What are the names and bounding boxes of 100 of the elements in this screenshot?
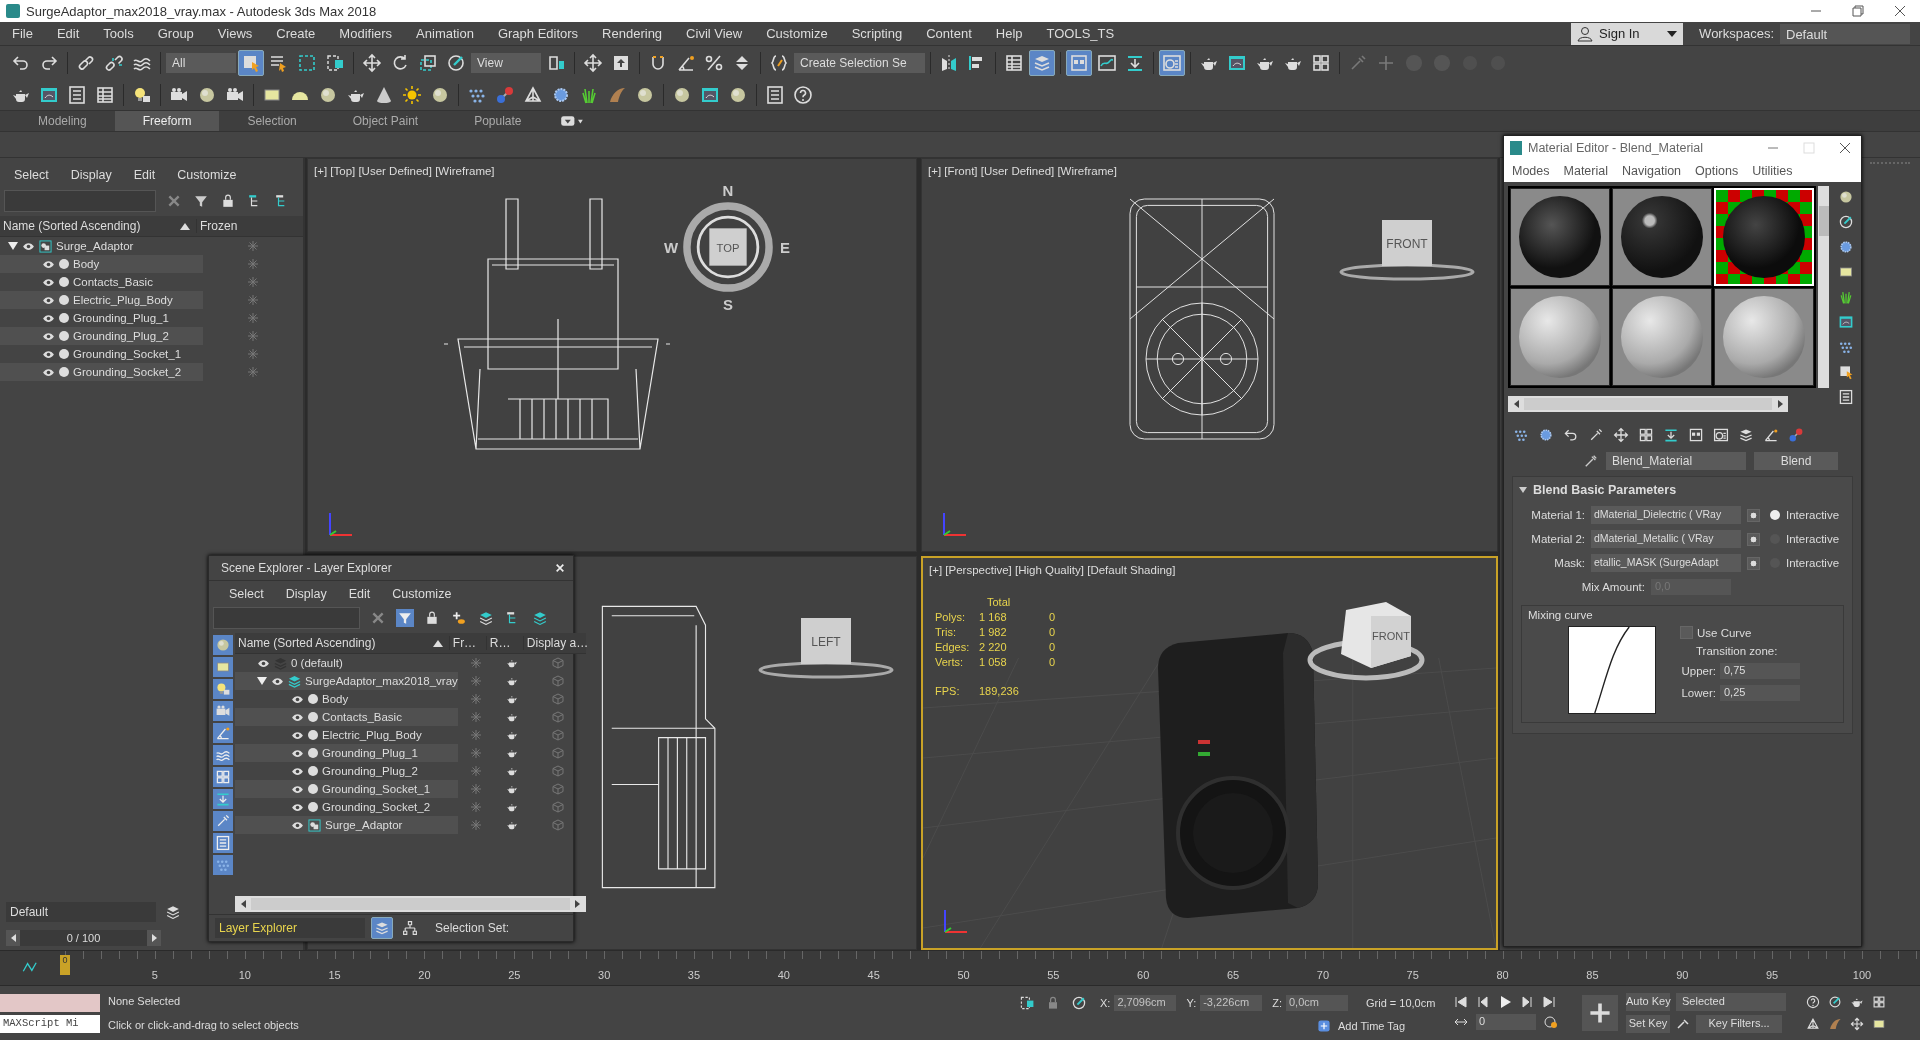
column-header[interactable]: Name (Sorted Ascending) [0, 219, 180, 233]
eye-icon[interactable] [257, 658, 270, 668]
menu-item[interactable]: TOOLS_TS [1034, 26, 1127, 41]
menu-item[interactable]: Rendering [590, 26, 675, 41]
menu-item[interactable]: Animation [404, 26, 486, 41]
layers-icon[interactable] [164, 903, 182, 921]
ribbon-tab[interactable]: Modeling [10, 111, 115, 131]
menu-item[interactable]: Tools [91, 26, 146, 41]
menu-item[interactable]: Edit [44, 26, 92, 41]
restore-icon[interactable] [1852, 5, 1864, 17]
menu-item[interactable]: Options [1695, 164, 1739, 178]
menu-item[interactable]: Create [264, 26, 328, 41]
lower-spinner[interactable]: 0,25 [1720, 685, 1800, 701]
key-mode-dropdown[interactable]: Selected [1676, 993, 1786, 1011]
viewport[interactable]: [+] [Top] [User Defined] [Wireframe] N W TOP E S [307, 158, 917, 552]
explorer-menu-item[interactable]: Display [70, 168, 112, 182]
object-name[interactable]: Grounding_Socket_2 [322, 801, 431, 813]
coordinate-field[interactable]: -3,226cm [1200, 995, 1263, 1011]
horizontal-scrollbar[interactable] [1508, 396, 1788, 412]
dot-grid-icon[interactable] [213, 855, 233, 875]
teapot-icon[interactable] [505, 783, 518, 795]
help-icon[interactable] [1804, 993, 1822, 1011]
search-field[interactable] [213, 607, 360, 629]
explorer-mode-dropdown[interactable]: Layer Explorer [215, 918, 365, 938]
viewcube-drawing[interactable]: LEFT [756, 612, 896, 682]
menu-item[interactable]: Group [145, 26, 206, 41]
ribbon-toggle-icon[interactable] [559, 115, 584, 127]
tag-icon[interactable] [1316, 1018, 1332, 1034]
toolbar-dropdown[interactable]: Create Selection Se [794, 53, 925, 73]
eye-icon[interactable] [42, 313, 55, 323]
viewcube-drawing[interactable]: FRONT [1337, 214, 1477, 284]
wave-icon[interactable] [213, 745, 233, 765]
viewport-label[interactable]: [+] [Front] [User Defined] [Wireframe] [928, 165, 1117, 177]
set-key-icon[interactable] [1582, 995, 1618, 1031]
object-name[interactable]: Contacts_Basic [73, 276, 153, 288]
auto-key-button[interactable]: Auto Key [1626, 993, 1670, 1011]
material-slot-button[interactable]: dMaterial_Dielectric ( VRay [1591, 506, 1741, 524]
eye-icon[interactable] [291, 766, 304, 776]
checkbox[interactable] [1747, 508, 1760, 522]
go-to-start-icon[interactable] [1454, 996, 1468, 1008]
explorer-menu-item[interactable]: Customize [177, 168, 237, 182]
ribbon-tab[interactable]: Selection [219, 111, 325, 131]
ribbon-icon[interactable] [1065, 50, 1092, 76]
coordinate-field[interactable]: 0,0cm [1286, 995, 1348, 1011]
material-slot[interactable] [1612, 288, 1712, 386]
eyedropper-icon[interactable] [1584, 454, 1598, 468]
radio-button[interactable] [1770, 510, 1780, 520]
material-slot[interactable] [1510, 288, 1610, 386]
menu-item[interactable]: Modes [1512, 164, 1550, 178]
eye-icon[interactable] [42, 367, 55, 377]
eye-icon[interactable] [42, 277, 55, 287]
menu-item[interactable]: Navigation [1622, 164, 1682, 178]
frame-spinner[interactable]: 0 [1476, 1014, 1536, 1030]
ribbon-tab[interactable]: Populate [446, 111, 550, 131]
eye-icon[interactable] [42, 331, 55, 341]
viewport-label[interactable]: [+] [Top] [User Defined] [Wireframe] [314, 165, 495, 177]
ribbon-tab[interactable]: Freeform [114, 111, 220, 131]
explorer-menu-item[interactable]: Edit [348, 587, 371, 601]
eye-icon[interactable] [42, 259, 55, 269]
menu-item[interactable]: Views [205, 26, 265, 41]
teapot-icon[interactable] [505, 729, 518, 741]
teapot-icon[interactable] [505, 801, 518, 813]
object-name[interactable]: Electric_Plug_Body [322, 729, 422, 741]
add-layer-icon[interactable] [450, 609, 468, 627]
menu-item[interactable]: Scripting [839, 26, 915, 41]
key-mode-icon[interactable] [1454, 1016, 1468, 1028]
brush-icon[interactable] [213, 811, 233, 831]
column-header[interactable]: Display a… [522, 636, 586, 650]
layers-icon[interactable] [1028, 50, 1055, 76]
layer-dropdown[interactable]: Default [6, 902, 156, 922]
menu-item[interactable]: Civil View [674, 26, 755, 41]
toolbar-dropdown[interactable]: All [166, 53, 236, 73]
material-slot-button[interactable]: etallic_MASK (SurgeAdapt [1591, 554, 1741, 572]
add-time-tag-button[interactable]: Add Time Tag [1338, 1020, 1406, 1032]
explorer-menu-item[interactable]: Select [229, 587, 264, 601]
key-filters-button[interactable]: Key Filters... [1696, 1015, 1782, 1033]
object-name[interactable]: Grounding_Plug_1 [73, 312, 169, 324]
object-name[interactable]: Surge_Adaptor [56, 240, 134, 252]
search-field[interactable] [4, 190, 156, 212]
maxscript-field[interactable]: MAXScript Mi [0, 1014, 100, 1033]
object-name[interactable]: Body [322, 693, 349, 705]
checkbox[interactable] [1747, 556, 1760, 570]
checkbox[interactable] [1747, 532, 1760, 546]
checkbox[interactable] [1680, 626, 1693, 639]
menu-item[interactable]: Content [914, 26, 984, 41]
eye-icon[interactable] [291, 694, 304, 704]
upper-spinner[interactable]: 0,75 [1720, 663, 1800, 679]
script-listener-field[interactable] [0, 993, 100, 1012]
ribbon-tab[interactable]: Object Paint [324, 111, 447, 131]
viewcube-drawing[interactable]: FRONT [1306, 598, 1436, 688]
column-header[interactable]: Fr… [448, 636, 486, 650]
toolbar-dropdown[interactable]: View [471, 53, 541, 73]
teapot-icon[interactable] [505, 657, 518, 669]
column-header[interactable]: R… [485, 636, 523, 650]
menu-item[interactable]: File [0, 26, 45, 41]
go-to-end-icon[interactable] [1542, 996, 1556, 1008]
menu-item[interactable]: Graph Editors [485, 26, 591, 41]
layers-icon[interactable] [477, 609, 495, 627]
menu-item[interactable]: Material [1563, 164, 1608, 178]
eye-icon[interactable] [291, 730, 304, 740]
